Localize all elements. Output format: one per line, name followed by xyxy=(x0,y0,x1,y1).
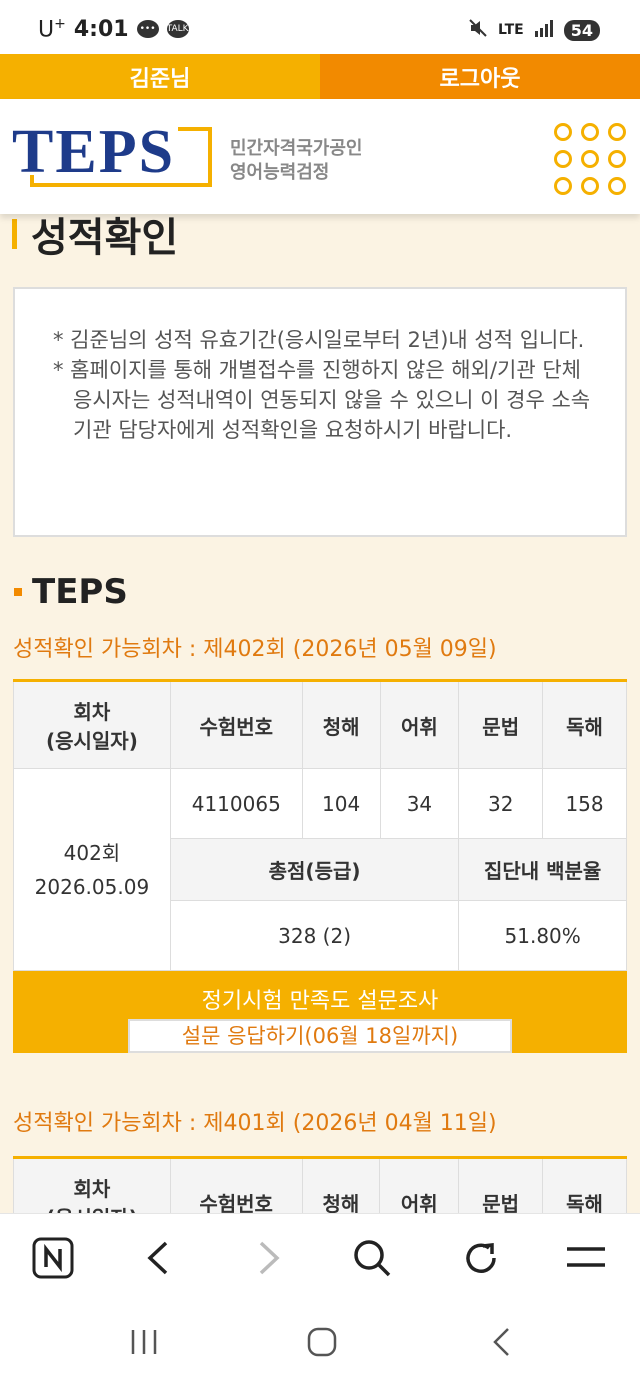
title-marker xyxy=(12,219,17,249)
percentile-value: 51.80% xyxy=(458,900,627,971)
menu-icon[interactable] xyxy=(554,123,626,195)
grammar-score: 32 xyxy=(458,768,544,839)
header-exam-no: 수험번호 xyxy=(169,680,303,769)
header-listening: 청해 xyxy=(301,680,381,769)
exam-no-cell: 4110065 xyxy=(169,768,303,839)
score-table: 회차 (응시일자) 수험번호 청해 어휘 문법 독해 402회 2026.05.09… xyxy=(13,679,627,971)
message-icon: ••• xyxy=(136,20,159,39)
site-header: TEPS 민간자격국가공인 영어능력검정 xyxy=(0,99,640,214)
header-grammar: 문법 xyxy=(458,680,544,769)
back-icon[interactable] xyxy=(137,1236,181,1280)
status-bar: U+ 4:01 ••• TALK LTE 54 xyxy=(0,0,640,54)
total-score: 328 (2) xyxy=(169,900,460,971)
naver-home-icon[interactable] xyxy=(31,1236,75,1280)
listening-score: 104 xyxy=(301,768,381,839)
user-name-link[interactable]: 김준님 xyxy=(0,54,320,99)
browser-toolbar xyxy=(0,1213,640,1299)
home-icon[interactable] xyxy=(306,1327,338,1361)
menu-hamburger-icon[interactable] xyxy=(564,1236,608,1280)
header-round: 회차(응시일자) xyxy=(13,680,171,769)
survey-answer-button[interactable]: 설문 응답하기(06월 18일까지) xyxy=(128,1019,512,1053)
round-title: 성적확인 가능회차 : 제401회 (2026년 04월 11일) xyxy=(13,1111,497,1136)
header-percentile: 집단내 백분율 xyxy=(458,838,627,901)
section-marker xyxy=(14,588,22,596)
notice-item: * 김준님의 성적 유효기간(응시일로부터 2년)내 성적 입니다. xyxy=(53,328,585,352)
survey-banner: 정기시험 만족도 설문조사 설문 응답하기(06월 18일까지) xyxy=(13,971,627,1053)
round-title: 성적확인 가능회차 : 제402회 (2026년 05월 09일) xyxy=(13,637,497,662)
recent-apps-icon[interactable] xyxy=(128,1327,160,1361)
header-total: 총점(등급) xyxy=(169,838,460,901)
vocab-score: 34 xyxy=(379,768,460,839)
back-nav-icon[interactable] xyxy=(490,1327,514,1361)
survey-title: 정기시험 만족도 설문조사 xyxy=(201,989,439,1014)
top-nav: 김준님 로그아웃 xyxy=(0,54,640,99)
header-vocab: 어휘 xyxy=(379,680,460,769)
logo-bracket-icon xyxy=(30,127,212,187)
section-title: TEPS xyxy=(14,572,128,612)
logo-subtitle: 민간자격국가공인 영어능력검정 xyxy=(230,138,363,183)
signal-icon xyxy=(534,19,554,41)
forward-icon[interactable] xyxy=(246,1236,290,1280)
header-reading: 독해 xyxy=(542,680,627,769)
notice-item: * 홈페이지를 통해 개별접수를 진행하지 않은 해외/기관 단체 응시자는 성… xyxy=(53,358,591,442)
battery-icon: 54 xyxy=(563,19,600,41)
mute-icon xyxy=(468,18,488,42)
notice-box: * 김준님의 성적 유효기간(응시일로부터 2년)내 성적 입니다. * 홈페이… xyxy=(13,287,627,537)
system-nav-bar xyxy=(0,1299,640,1387)
search-icon[interactable] xyxy=(350,1236,394,1280)
round-cell: 402회 2026.05.09 xyxy=(13,768,171,971)
carrier-label: U+ xyxy=(38,16,66,43)
clock: 4:01 xyxy=(73,16,129,42)
logout-button[interactable]: 로그아웃 xyxy=(320,54,640,99)
kakaotalk-icon: TALK xyxy=(166,20,189,39)
refresh-icon[interactable] xyxy=(459,1236,503,1280)
reading-score: 158 xyxy=(542,768,627,839)
network-label: LTE xyxy=(498,22,524,38)
